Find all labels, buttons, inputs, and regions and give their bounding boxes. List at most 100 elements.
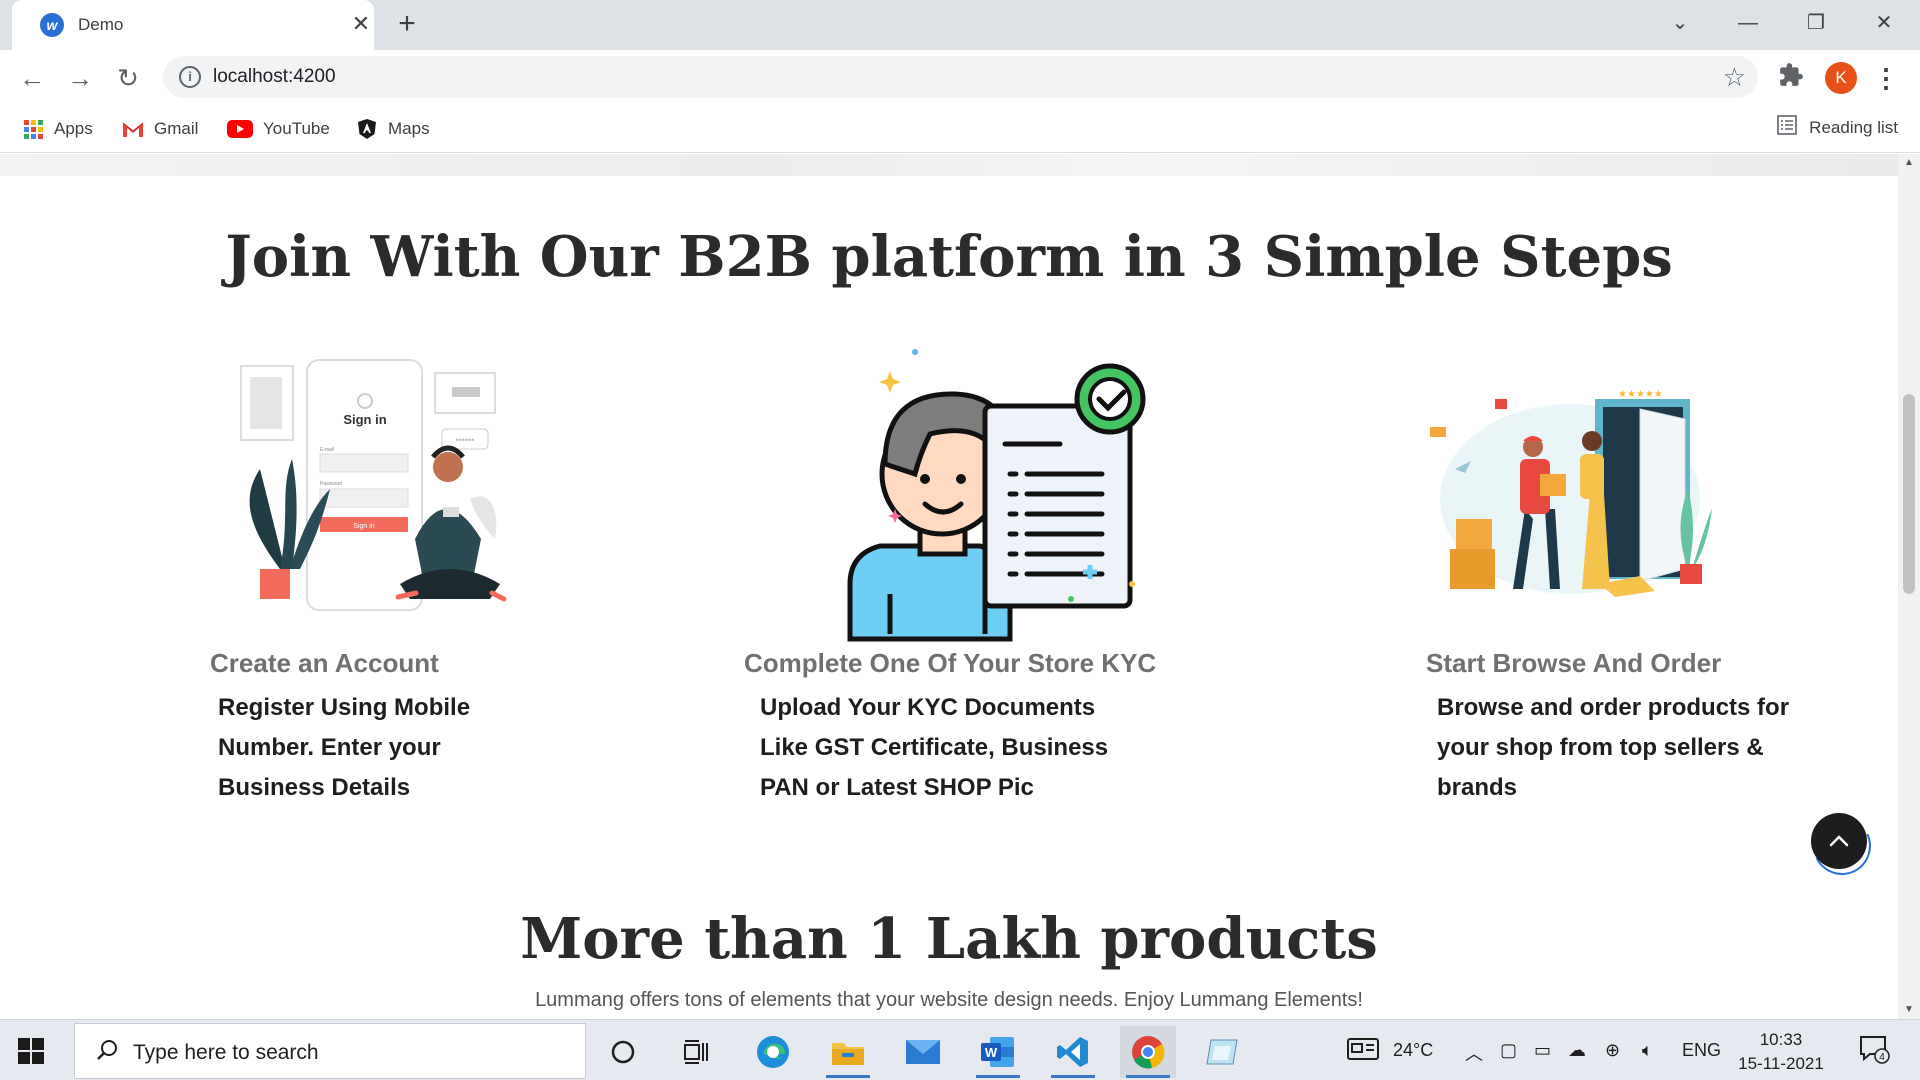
chevron-up-icon bbox=[1829, 835, 1849, 847]
step-1-heading: Create an Account bbox=[210, 648, 439, 678]
steps-section-title: Join With Our B2B platform in 3 Simple S… bbox=[225, 224, 1673, 290]
maps-icon bbox=[356, 118, 378, 140]
step-3-description: Browse and order products for your shop … bbox=[1437, 688, 1789, 808]
start-button[interactable] bbox=[18, 1038, 44, 1064]
bookmark-apps[interactable]: Apps bbox=[22, 115, 93, 143]
browser-menu-icon[interactable]: ⋮ bbox=[1872, 60, 1900, 96]
folder-icon bbox=[832, 1043, 864, 1065]
show-hidden-icons-chevron-icon[interactable]: ︿ bbox=[1465, 1040, 1483, 1066]
taskbar-mail[interactable] bbox=[895, 1026, 951, 1078]
taskbar-chrome[interactable] bbox=[1120, 1026, 1176, 1078]
scroll-to-top-button[interactable] bbox=[1811, 813, 1867, 869]
browser-tab[interactable]: w Demo ✕ bbox=[12, 0, 374, 50]
gmail-icon bbox=[122, 118, 144, 140]
tab-strip: w Demo ✕ + ⌄ — ❐ ✕ bbox=[0, 0, 1920, 50]
step-1-line: Register Using Mobile bbox=[218, 694, 471, 721]
tab-search-chevron-icon[interactable]: ⌄ bbox=[1660, 8, 1700, 38]
bookmark-label: Maps bbox=[388, 119, 430, 138]
hero-bottom-edge bbox=[0, 154, 1898, 176]
taskbar-search-input[interactable]: Type here to search bbox=[74, 1023, 586, 1079]
minimize-button[interactable]: — bbox=[1728, 8, 1768, 38]
new-tab-button[interactable]: + bbox=[390, 7, 424, 41]
bookmark-label: YouTube bbox=[263, 119, 330, 138]
taskbar-snipping-tool[interactable] bbox=[1195, 1026, 1251, 1078]
back-button[interactable]: ← bbox=[14, 60, 50, 96]
reading-list-button[interactable]: Reading list bbox=[1777, 115, 1898, 140]
weather-temperature[interactable]: 24°C bbox=[1393, 1040, 1433, 1061]
products-subtitle: Lummang offers tons of elements that you… bbox=[535, 989, 1363, 1011]
site-favicon-icon: w bbox=[40, 13, 64, 37]
svg-text:W: W bbox=[985, 1045, 998, 1060]
close-window-button[interactable]: ✕ bbox=[1864, 8, 1904, 38]
search-icon bbox=[97, 1040, 117, 1060]
task-view-icon bbox=[684, 1040, 708, 1064]
step-2-heading: Complete One Of Your Store KYC bbox=[744, 648, 1157, 678]
bookmarks-bar: Apps Gmail YouTube Maps Reading list bbox=[0, 105, 1920, 153]
create-account-illustration: Sign in E-mail Password Sign in •••••• bbox=[240, 359, 507, 611]
reading-list-label: Reading list bbox=[1809, 117, 1898, 137]
products-section-title: More than 1 Lakh products bbox=[520, 906, 1378, 972]
step-2-description: Upload Your KYC Documents Like GST Certi… bbox=[760, 688, 1108, 808]
battery-icon[interactable]: ▭ bbox=[1534, 1040, 1551, 1061]
scroll-up-arrow-icon[interactable]: ▲ bbox=[1898, 154, 1920, 172]
cortana-button[interactable] bbox=[595, 1026, 651, 1078]
search-placeholder: Type here to search bbox=[133, 1041, 319, 1064]
step-2-line: Upload Your KYC Documents bbox=[760, 694, 1096, 721]
taskbar-word[interactable]: W bbox=[970, 1026, 1026, 1078]
taskbar-vscode[interactable] bbox=[1045, 1026, 1101, 1078]
step-3-line: your shop from top sellers & bbox=[1437, 734, 1764, 761]
chrome-icon bbox=[1132, 1036, 1165, 1069]
notifications-icon[interactable]: 4 bbox=[1858, 1034, 1890, 1069]
task-view-button[interactable] bbox=[668, 1026, 724, 1078]
bookmark-star-icon[interactable]: ☆ bbox=[1723, 62, 1746, 93]
illustration-email-label: E-mail bbox=[320, 447, 334, 453]
svg-text:★★★★★: ★★★★★ bbox=[1618, 389, 1663, 400]
step-1-description: Register Using Mobile Number. Enter your… bbox=[218, 688, 470, 808]
step-1-line: Number. Enter your bbox=[218, 734, 441, 761]
illustration-password-label: Password bbox=[320, 481, 342, 487]
meet-now-icon[interactable]: ▢ bbox=[1500, 1040, 1517, 1061]
illustration-sign-in-button: Sign in bbox=[353, 523, 375, 530]
taskbar-edge[interactable] bbox=[745, 1026, 801, 1078]
extensions-puzzle-icon[interactable] bbox=[1776, 62, 1806, 92]
profile-avatar[interactable]: K bbox=[1825, 62, 1857, 94]
bookmark-maps[interactable]: Maps bbox=[356, 115, 430, 143]
kyc-document-illustration bbox=[847, 349, 1146, 642]
step-3-line: brands bbox=[1437, 774, 1518, 801]
restore-button[interactable]: ❐ bbox=[1796, 8, 1836, 38]
svg-text:••••••: •••••• bbox=[456, 435, 475, 445]
word-icon: W bbox=[981, 1037, 1014, 1067]
windows-taskbar: Type here to search W 24°C ︿ ▢ ▭ ☁ ⊕ 🔈︎ … bbox=[0, 1019, 1920, 1080]
edge-icon bbox=[757, 1036, 789, 1068]
clock-date: 15-11-2021 bbox=[1738, 1054, 1824, 1073]
onedrive-cloud-icon[interactable]: ☁ bbox=[1568, 1040, 1586, 1061]
bookmark-label: Gmail bbox=[154, 119, 199, 138]
address-bar[interactable]: i localhost:4200 ☆ bbox=[163, 56, 1758, 98]
scroll-down-arrow-icon[interactable]: ▼ bbox=[1898, 1001, 1920, 1019]
bookmark-youtube[interactable]: YouTube bbox=[227, 115, 330, 143]
step-1-line: Business Details bbox=[218, 774, 411, 801]
step-2-line: Like GST Certificate, Business bbox=[760, 734, 1109, 761]
apps-icon bbox=[22, 118, 44, 140]
close-tab-icon[interactable]: ✕ bbox=[348, 10, 374, 38]
snipping-tool-icon bbox=[1206, 1039, 1238, 1065]
forward-button[interactable]: → bbox=[62, 60, 98, 96]
volume-icon[interactable]: 🔈︎ bbox=[1642, 1040, 1653, 1061]
site-info-icon[interactable]: i bbox=[179, 66, 201, 88]
weather-icon[interactable] bbox=[1346, 1036, 1380, 1067]
system-clock[interactable]: 10:33 15-11-2021 bbox=[1735, 1028, 1827, 1076]
page-scrollbar[interactable]: ▲ ▼ bbox=[1898, 154, 1920, 1019]
vscode-icon bbox=[1057, 1037, 1088, 1067]
cortana-circle-icon bbox=[611, 1040, 635, 1064]
taskbar-file-explorer[interactable] bbox=[820, 1026, 876, 1078]
input-language[interactable]: ENG bbox=[1682, 1040, 1721, 1061]
page-viewport: Join With Our B2B platform in 3 Simple S… bbox=[0, 154, 1898, 1019]
scrollbar-thumb[interactable] bbox=[1903, 394, 1915, 594]
reload-button[interactable]: ↻ bbox=[110, 60, 146, 96]
network-globe-icon[interactable]: ⊕ bbox=[1605, 1040, 1620, 1061]
step-3-heading: Start Browse And Order bbox=[1426, 648, 1722, 678]
bookmark-gmail[interactable]: Gmail bbox=[122, 115, 198, 143]
reading-list-icon bbox=[1777, 115, 1797, 140]
url-text[interactable]: localhost:4200 bbox=[213, 66, 336, 88]
illustration-sign-in-text: Sign in bbox=[343, 412, 386, 427]
